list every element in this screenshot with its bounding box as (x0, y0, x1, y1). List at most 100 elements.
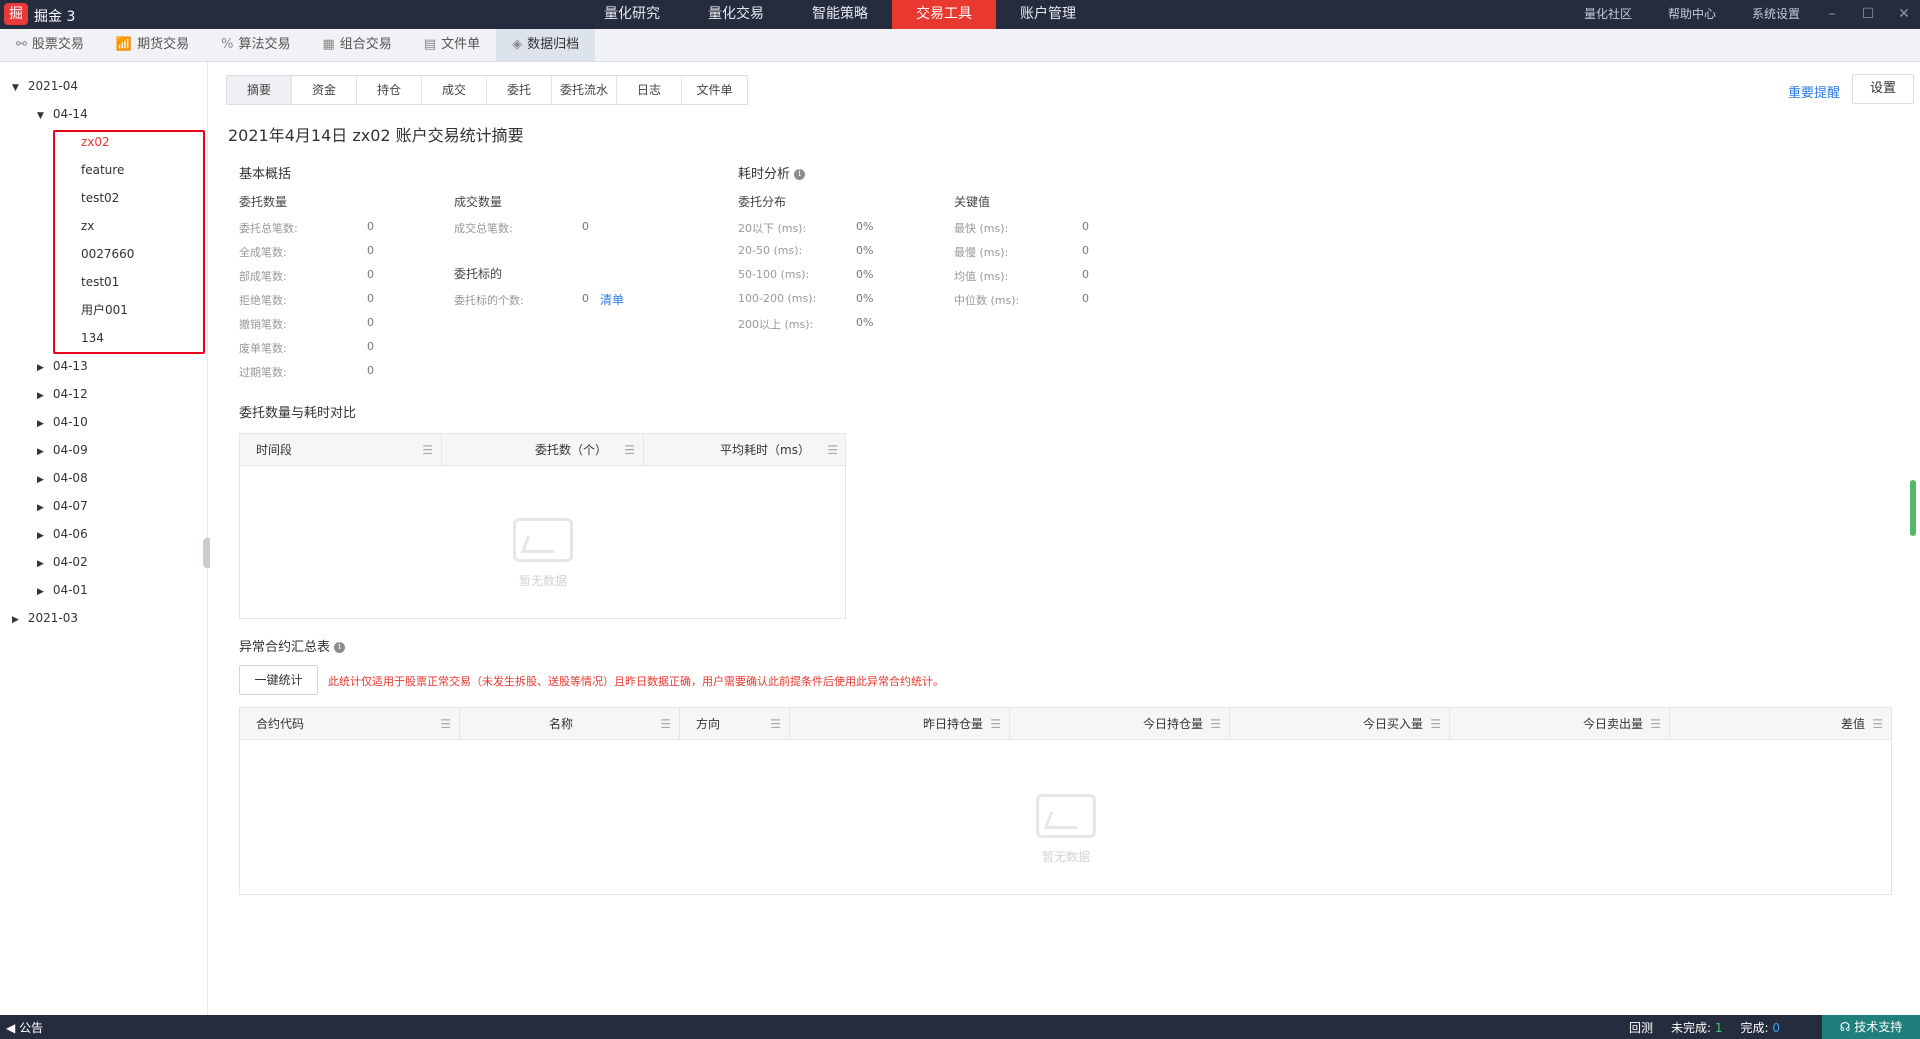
col-order-count[interactable]: 委托数（个） ☰ (442, 434, 644, 466)
caret-right-icon: ▶ (37, 447, 44, 457)
subnav-algo-trading[interactable]: % 算法交易 (205, 29, 306, 61)
col-difference[interactable]: 差值 ☰ (1670, 708, 1891, 740)
tree-month-2021-03[interactable]: ▶ 2021-03 (12, 608, 78, 628)
tree-account-feature[interactable]: feature (81, 160, 124, 180)
link-quant-community[interactable]: 量化社区 (1584, 0, 1632, 29)
file-icon: ▤ (423, 37, 437, 52)
status-bar: ◀ 公告 回测 未完成: 1 完成: 0 ☊ 技术支持 (0, 1015, 1920, 1039)
column-menu-icon[interactable]: ☰ (1872, 708, 1883, 740)
column-menu-icon[interactable]: ☰ (624, 434, 635, 466)
tree-account-zx[interactable]: zx (81, 216, 94, 236)
subnav-label: 期货交易 (137, 37, 190, 52)
tab-file-order[interactable]: 文件单 (682, 76, 747, 104)
col-today-sell[interactable]: 今日卖出量 ☰ (1450, 708, 1670, 740)
tree-account-test01[interactable]: test01 (81, 272, 119, 292)
col-contract-code[interactable]: 合约代码 ☰ (240, 708, 460, 740)
main-menu: 量化研究 量化交易 智能策略 交易工具 账户管理 (580, 0, 1100, 29)
settings-button[interactable]: 设置 (1852, 74, 1914, 104)
one-click-stats-button[interactable]: 一键统计 (239, 665, 318, 695)
col-label: 昨日持仓量 (922, 717, 983, 731)
tree-day-0401[interactable]: ▶ 04-01 (37, 580, 88, 600)
important-notice-link[interactable]: 重要提醒 (1788, 82, 1840, 101)
tab-order-flow[interactable]: 委托流水 (552, 76, 617, 104)
subnav-stock-trading[interactable]: ⚯ 股票交易 (0, 29, 100, 61)
subnav-data-archive[interactable]: ◈ 数据归档 (496, 29, 596, 61)
tab-trades[interactable]: 成交 (422, 76, 487, 104)
tree-account-134[interactable]: 134 (81, 328, 104, 348)
main-content: 摘要 资金 持仓 成交 委托 委托流水 日志 文件单 重要提醒 设置 2021年… (208, 62, 1920, 1015)
maximize-icon[interactable]: ☐ (1860, 0, 1876, 29)
symbols-list-link[interactable]: 清单 (600, 291, 624, 308)
tree-day-0408[interactable]: ▶ 04-08 (37, 468, 88, 488)
tree-day-0413[interactable]: ▶ 04-13 (37, 356, 88, 376)
tree-day-0402[interactable]: ▶ 04-02 (37, 552, 88, 572)
menu-quant-trading[interactable]: 量化交易 (684, 0, 788, 29)
info-icon[interactable]: i (334, 642, 346, 653)
tree-label: 04-08 (52, 471, 88, 485)
tree-account-test02[interactable]: test02 (81, 188, 119, 208)
subnav-file-order[interactable]: ▤ 文件单 (408, 29, 496, 61)
close-icon[interactable]: ✕ (1896, 0, 1912, 29)
tab-log[interactable]: 日志 (617, 76, 682, 104)
column-menu-icon[interactable]: ☰ (440, 708, 451, 740)
tree-month-2021-04[interactable]: ▼ 2021-04 (12, 76, 78, 96)
info-icon[interactable]: i (794, 169, 806, 180)
tree-account-user001[interactable]: 用户001 (81, 300, 128, 320)
col-label: 时间段 (256, 443, 293, 457)
tree-day-0409[interactable]: ▶ 04-09 (37, 440, 88, 460)
menu-trading-tools[interactable]: 交易工具 (892, 0, 996, 29)
orders-total-value: 0 (367, 220, 374, 233)
col-avg-latency[interactable]: 平均耗时（ms） ☰ (644, 434, 846, 466)
subnav-label: 数据归档 (527, 37, 580, 52)
order-symbols-label: 委托标的个数: (454, 294, 524, 307)
col-prev-position[interactable]: 昨日持仓量 ☰ (790, 708, 1010, 740)
col-name[interactable]: 名称 ☰ (460, 708, 680, 740)
tree-account-0027660[interactable]: 0027660 (81, 244, 134, 264)
tab-orders[interactable]: 委托 (487, 76, 552, 104)
tab-summary[interactable]: 摘要 (227, 76, 292, 104)
tree-account-zx02[interactable]: zx02 (81, 132, 110, 152)
tech-support-button[interactable]: ☊ 技术支持 (1822, 1015, 1920, 1039)
orders-total-label: 委托总笔数: (239, 222, 298, 235)
tree-day-0407[interactable]: ▶ 04-07 (37, 496, 88, 516)
status-counters: 回测 未完成: 1 完成: 0 (1629, 1019, 1780, 1036)
menu-account-management[interactable]: 账户管理 (996, 0, 1100, 29)
menu-smart-strategy[interactable]: 智能策略 (788, 0, 892, 29)
link-system-settings[interactable]: 系统设置 (1752, 0, 1800, 29)
vertical-scrollbar-thumb[interactable] (1910, 480, 1916, 536)
empty-text: 暂无数据 (518, 574, 567, 588)
column-menu-icon[interactable]: ☰ (827, 434, 838, 466)
abnormal-section-title: 异常合约汇总表 i (239, 636, 346, 655)
column-menu-icon[interactable]: ☰ (422, 434, 433, 466)
orders-rejected-label: 拒绝笔数: (239, 294, 287, 307)
column-menu-icon[interactable]: ☰ (1210, 708, 1221, 740)
column-menu-icon[interactable]: ☰ (660, 708, 671, 740)
col-today-position[interactable]: 今日持仓量 ☰ (1010, 708, 1230, 740)
notice-button[interactable]: ◀ 公告 (6, 1019, 43, 1036)
subnav-futures-trading[interactable]: 📶 期货交易 (100, 29, 205, 61)
key-slowest-label: 最慢 (ms): (954, 246, 1009, 259)
col-today-buy[interactable]: 今日买入量 ☰ (1230, 708, 1450, 740)
tree-day-0414[interactable]: ▼ 04-14 (37, 104, 88, 124)
tab-positions[interactable]: 持仓 (357, 76, 422, 104)
col-label: 平均耗时（ms） (720, 443, 810, 457)
col-time-period[interactable]: 时间段 ☰ (240, 434, 442, 466)
minimize-icon[interactable]: – (1824, 0, 1840, 29)
key-fastest-value: 0 (1082, 220, 1089, 233)
tree-day-0412[interactable]: ▶ 04-12 (37, 384, 88, 404)
column-menu-icon[interactable]: ☰ (770, 708, 781, 740)
col-direction[interactable]: 方向 ☰ (680, 708, 790, 740)
column-menu-icon[interactable]: ☰ (1650, 708, 1661, 740)
page-title: 2021年4月14日 zx02 账户交易统计摘要 (228, 126, 524, 145)
orders-filled-label: 全成笔数: (239, 246, 287, 259)
column-menu-icon[interactable]: ☰ (1430, 708, 1441, 740)
backtest-label[interactable]: 回测 (1629, 1019, 1653, 1036)
subnav-portfolio-trading[interactable]: ▦ 组合交易 (307, 29, 408, 61)
tree-day-0410[interactable]: ▶ 04-10 (37, 412, 88, 432)
subnav-label: 股票交易 (31, 37, 84, 52)
tree-day-0406[interactable]: ▶ 04-06 (37, 524, 88, 544)
column-menu-icon[interactable]: ☰ (990, 708, 1001, 740)
link-help-center[interactable]: 帮助中心 (1668, 0, 1716, 29)
tab-funds[interactable]: 资金 (292, 76, 357, 104)
menu-quant-research[interactable]: 量化研究 (580, 0, 684, 29)
